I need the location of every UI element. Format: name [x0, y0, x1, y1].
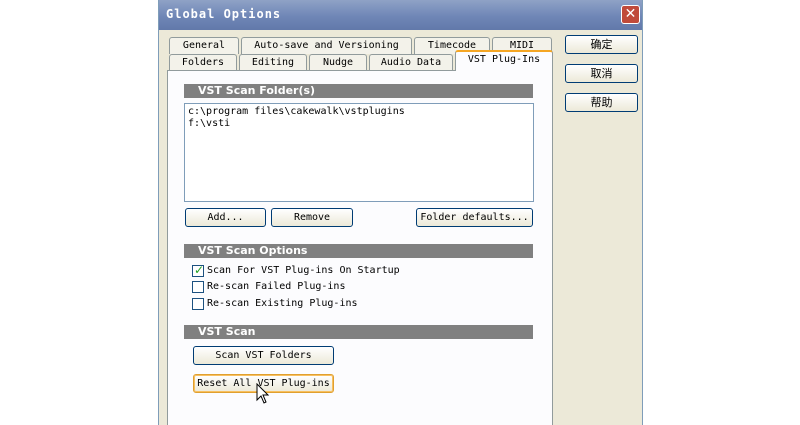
- cancel-button[interactable]: 取消: [565, 64, 638, 83]
- folder-defaults-button[interactable]: Folder defaults...: [416, 208, 533, 227]
- close-icon[interactable]: ✕: [621, 5, 640, 24]
- rescan-failed-checkbox[interactable]: [192, 281, 204, 293]
- window-title: Global Options: [166, 7, 282, 21]
- rescan-existing-checkbox[interactable]: [192, 298, 204, 310]
- scan-on-startup-checkbox[interactable]: ✓: [192, 263, 205, 277]
- vst-scan-options-heading: VST Scan Options: [184, 244, 533, 258]
- help-button[interactable]: 帮助: [565, 93, 638, 112]
- list-item[interactable]: c:\program files\cakewalk\vstplugins: [188, 106, 530, 118]
- mouse-pointer-icon: [256, 383, 270, 404]
- tab-nudge[interactable]: Nudge: [309, 54, 367, 71]
- vst-scan-heading: VST Scan: [184, 325, 533, 339]
- scan-vst-folders-button[interactable]: Scan VST Folders: [193, 346, 334, 365]
- vst-scan-folders-heading: VST Scan Folder(s): [184, 84, 533, 98]
- title-bar[interactable]: Global Options ✕: [159, 0, 642, 30]
- ok-button[interactable]: 确定: [565, 35, 638, 54]
- remove-folder-button[interactable]: Remove: [271, 208, 353, 227]
- rescan-failed-label: Re-scan Failed Plug-ins: [207, 281, 346, 292]
- add-folder-button[interactable]: Add...: [185, 208, 266, 227]
- rescan-existing-label: Re-scan Existing Plug-ins: [207, 298, 358, 309]
- tab-folders[interactable]: Folders: [169, 54, 237, 71]
- tab-audio-data[interactable]: Audio Data: [369, 54, 453, 71]
- tab-vst-plug-ins[interactable]: VST Plug-Ins: [455, 50, 553, 71]
- tab-editing[interactable]: Editing: [239, 54, 307, 71]
- global-options-dialog: Global Options ✕ General Auto-save and V…: [158, 0, 643, 425]
- vst-scan-folders-list[interactable]: c:\program files\cakewalk\vstplugins f:\…: [184, 103, 534, 202]
- checkmark-icon: ✓: [194, 263, 205, 277]
- list-item[interactable]: f:\vsti: [188, 118, 530, 130]
- vst-plug-ins-panel: VST Scan Folder(s) c:\program files\cake…: [167, 70, 553, 425]
- tab-general[interactable]: General: [169, 37, 239, 54]
- scan-on-startup-label: Scan For VST Plug-ins On Startup: [207, 265, 400, 276]
- tab-auto-save-and-versioning[interactable]: Auto-save and Versioning: [241, 37, 412, 54]
